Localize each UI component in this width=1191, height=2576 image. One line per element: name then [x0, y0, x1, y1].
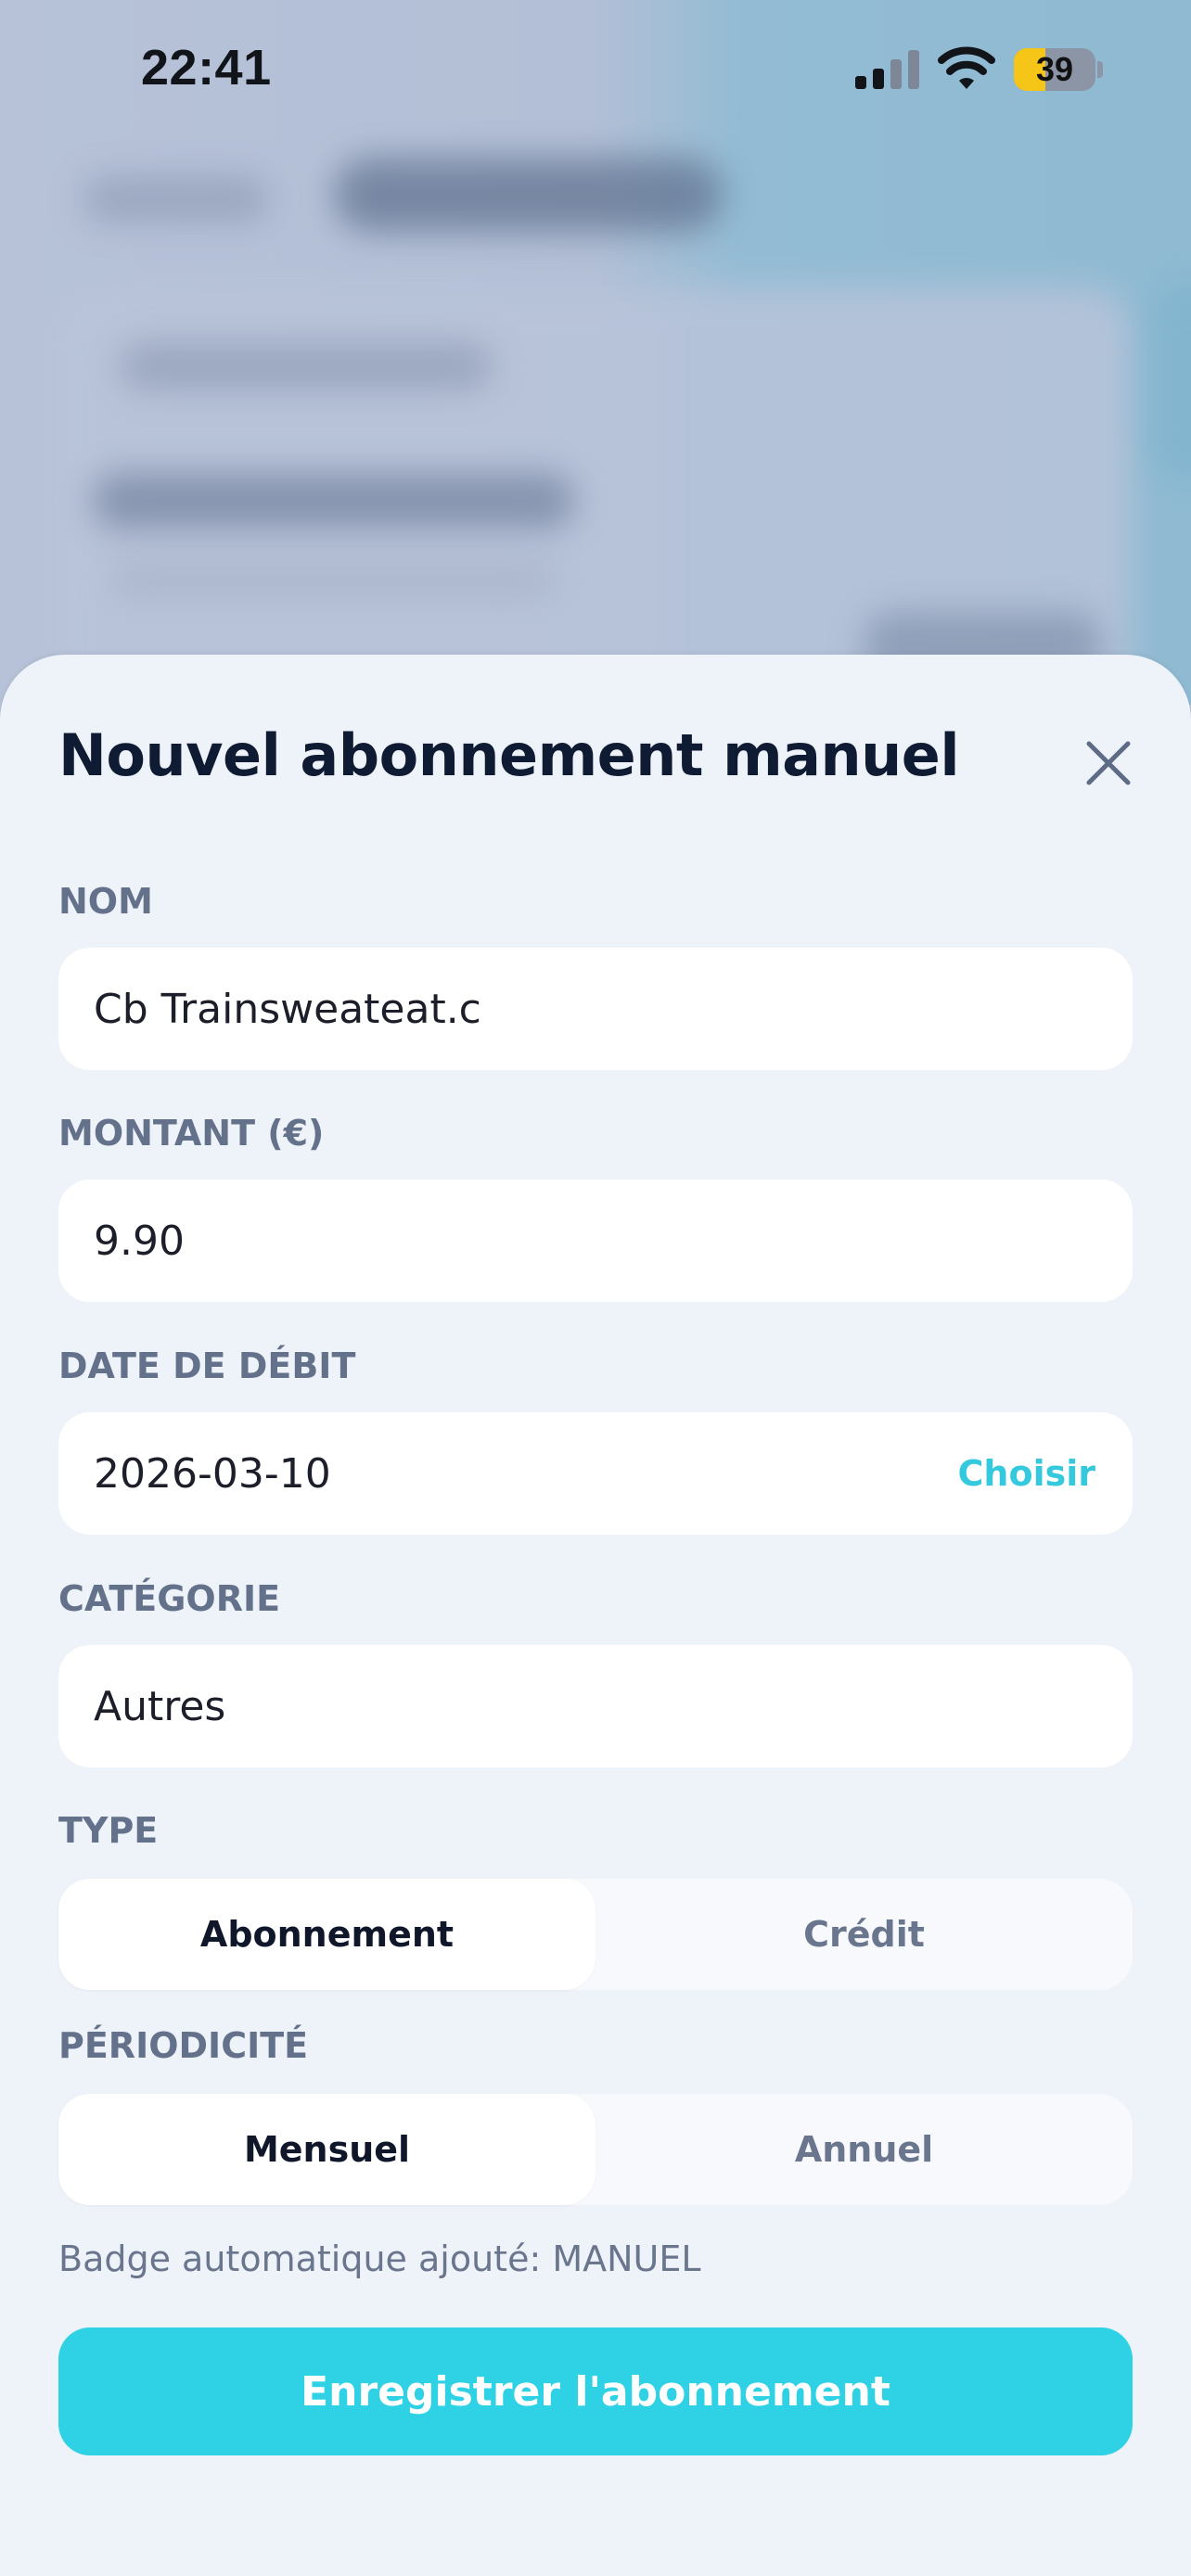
auto-badge-note: Badge automatique ajouté: MANUEL	[58, 2238, 701, 2279]
sheet-title: Nouvel abonnement manuel	[58, 721, 960, 789]
blurred-shape	[93, 473, 575, 529]
blurred-shape	[334, 158, 724, 232]
name-field[interactable]	[94, 948, 928, 1070]
battery-percent: 39	[1035, 50, 1074, 88]
name-field-container	[58, 948, 1133, 1070]
signal-icon	[855, 50, 919, 89]
date-field-container: Choisir	[58, 1412, 1133, 1535]
periodicity-segmented-control: Mensuel Annuel	[58, 2094, 1133, 2205]
periodicity-label: PÉRIODICITÉ	[58, 2025, 309, 2066]
date-label: DATE DE DÉBIT	[58, 1345, 356, 1386]
blurred-shape	[111, 561, 557, 598]
date-field[interactable]	[94, 1412, 928, 1535]
battery-icon: 39	[1014, 48, 1095, 91]
amount-label: MONTANT (€)	[58, 1113, 325, 1154]
periodicity-option-annuel[interactable]: Annuel	[596, 2094, 1133, 2205]
save-subscription-button[interactable]: Enregistrer l'abonnement	[58, 2327, 1133, 2455]
new-subscription-sheet: Nouvel abonnement manuel NOM MONTANT (€)…	[0, 655, 1191, 2576]
blurred-shape	[83, 176, 269, 223]
category-label: CATÉGORIE	[58, 1578, 281, 1619]
status-bar: 22:41 39	[0, 0, 1191, 139]
amount-field-container	[58, 1180, 1133, 1302]
name-label: NOM	[58, 881, 153, 922]
category-field-container	[58, 1645, 1133, 1767]
amount-field[interactable]	[94, 1180, 928, 1302]
blurred-shape	[1150, 278, 1191, 482]
periodicity-option-mensuel[interactable]: Mensuel	[58, 2094, 596, 2205]
choose-date-button[interactable]: Choisir	[958, 1412, 1095, 1535]
type-option-abonnement[interactable]: Abonnement	[58, 1879, 596, 1990]
type-label: TYPE	[58, 1810, 159, 1851]
category-field[interactable]	[94, 1645, 928, 1767]
wifi-icon	[938, 46, 995, 89]
battery-tip	[1097, 61, 1103, 78]
type-segmented-control: Abonnement Crédit	[58, 1879, 1133, 1990]
close-icon[interactable]	[1078, 733, 1139, 794]
status-time: 22:41	[141, 40, 272, 96]
blurred-shape	[121, 343, 492, 389]
type-option-credit[interactable]: Crédit	[596, 1879, 1133, 1990]
